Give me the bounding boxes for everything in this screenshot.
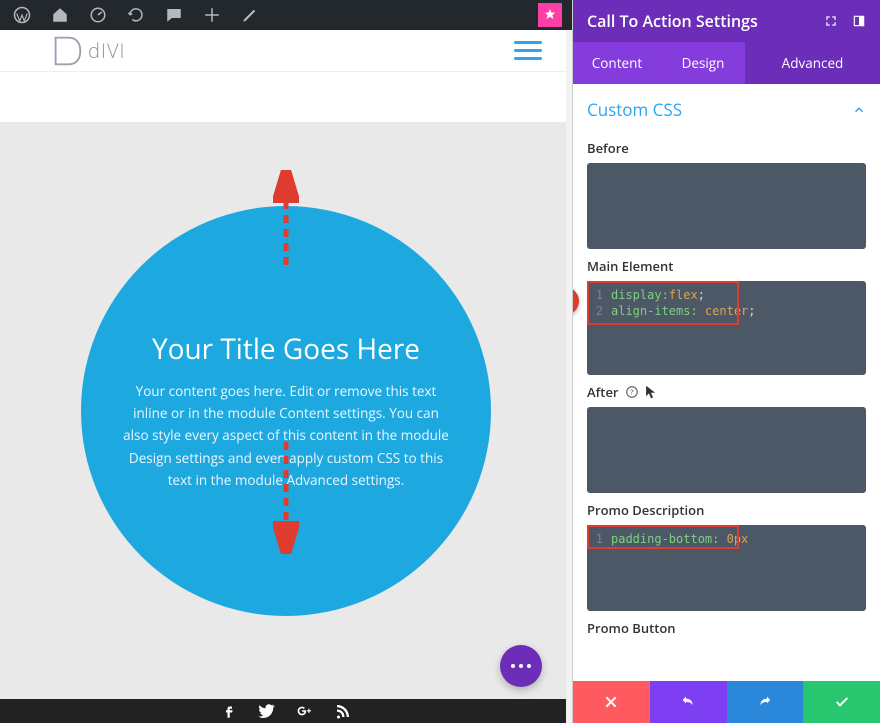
css-before[interactable] — [587, 163, 866, 249]
tab-content[interactable]: Content — [573, 42, 661, 84]
google-plus-icon[interactable] — [296, 702, 314, 720]
floating-action-button[interactable] — [500, 645, 542, 687]
label-promo-button: Promo Button — [587, 619, 866, 637]
label-after: After ? — [587, 383, 866, 401]
dashboard-icon[interactable] — [88, 5, 108, 25]
snap-icon[interactable] — [852, 14, 866, 28]
label-before: Before — [587, 139, 866, 157]
menu-toggle[interactable] — [514, 41, 542, 60]
svg-text:?: ? — [630, 388, 633, 397]
rss-icon[interactable] — [334, 702, 352, 720]
plus-icon[interactable] — [202, 5, 222, 25]
redo-button[interactable] — [727, 681, 804, 723]
css-after[interactable] — [587, 407, 866, 493]
css-promo-description[interactable]: 1padding-bottom: 0px — [587, 525, 866, 611]
panel-action-bar — [573, 681, 880, 723]
save-button[interactable] — [803, 681, 880, 723]
cta-circle[interactable]: Your Title Goes Here Your content goes h… — [81, 206, 491, 616]
section-title: Custom CSS — [587, 98, 682, 121]
help-icon[interactable]: ? — [625, 385, 639, 399]
wordpress-icon[interactable] — [12, 5, 32, 25]
logo-text: dIVI — [88, 37, 126, 64]
label-main: Main Element — [587, 257, 866, 275]
site-header: dIVI — [0, 30, 572, 72]
css-main-element[interactable]: 1display:flex; 2align-items: center; — [587, 281, 866, 375]
cta-body: Your content goes here. Edit or remove t… — [121, 380, 451, 491]
cta-title: Your Title Goes Here — [152, 330, 420, 368]
undo-button[interactable] — [650, 681, 727, 723]
refresh-icon[interactable] — [126, 5, 146, 25]
wp-admin-bar — [0, 0, 572, 30]
home-icon[interactable] — [50, 5, 70, 25]
chevron-up-icon — [852, 103, 866, 117]
panel-body: Custom CSS Before Main Element 1 1displa… — [573, 84, 880, 681]
footer-social — [0, 699, 572, 723]
tab-advanced[interactable]: Advanced — [745, 42, 880, 84]
section-custom-css[interactable]: Custom CSS — [587, 84, 866, 131]
pencil-icon[interactable] — [240, 5, 260, 25]
annotation-step-1: 1 — [573, 287, 579, 315]
facebook-icon[interactable] — [220, 702, 238, 720]
twitter-icon[interactable] — [258, 702, 276, 720]
panel-title: Call To Action Settings — [587, 10, 758, 32]
expand-icon[interactable] — [824, 14, 838, 28]
preview-canvas: Your Title Goes Here Your content goes h… — [0, 122, 572, 699]
cancel-button[interactable] — [573, 681, 650, 723]
label-promo-desc: Promo Description — [587, 501, 866, 519]
panel-tabs: Content Design Advanced — [573, 42, 880, 84]
panel-header: Call To Action Settings — [573, 0, 880, 42]
tab-design[interactable]: Design — [661, 42, 745, 84]
divi-logo: dIVI — [48, 32, 126, 70]
star-badge[interactable] — [538, 3, 562, 27]
comment-icon[interactable] — [164, 5, 184, 25]
cursor-icon — [645, 385, 657, 399]
